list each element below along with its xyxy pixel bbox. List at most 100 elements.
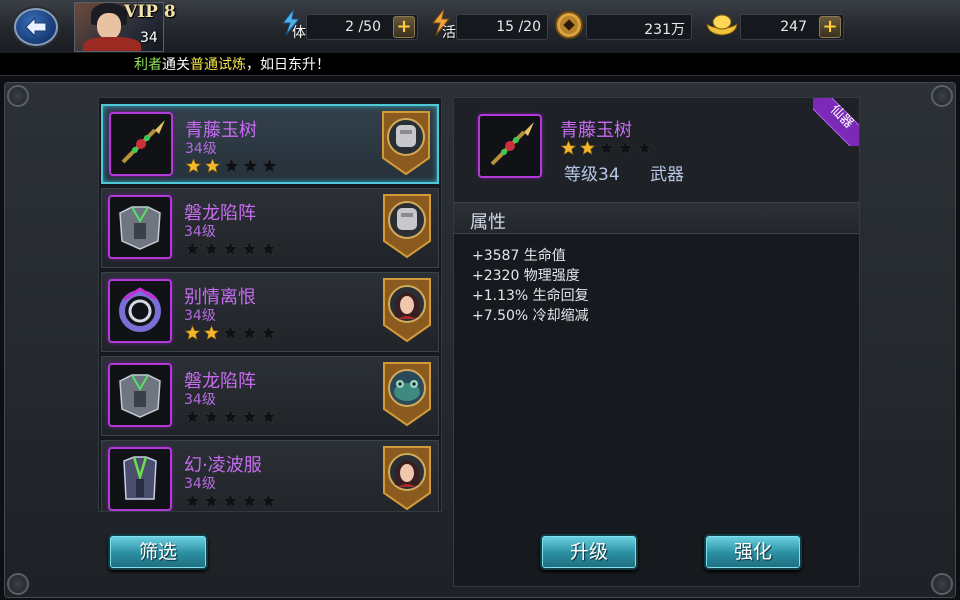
arrow-left-icon [25,16,47,38]
list-item[interactable]: 磐龙陷阵 34级 [101,356,439,436]
coins-value: 231万 [644,22,685,38]
back-button[interactable] [14,8,58,46]
item-thumbnail [108,447,172,511]
item-thumbnail [108,195,172,259]
star-empty-icon [222,409,239,425]
attributes-list: +3587 生命值 +2320 物理强度 +1.13% 生命回复 +7.50% … [472,246,589,326]
spear-icon [490,122,534,166]
announcement-marquee: 利者通关普通试炼，如日东升！ [0,54,960,76]
star-rating [184,493,279,509]
list-item[interactable]: 别情离恨 34级 [101,272,439,352]
attributes-title: 属性 [470,212,506,233]
star-filled-icon [560,140,577,156]
attribute-line: +7.50% 冷却缩减 [472,308,589,324]
list-item[interactable]: 磐龙陷阵 34级 [101,188,439,268]
attribute-line: +2320 物理强度 [472,268,580,284]
list-item[interactable]: 青藤玉树 34级 [101,104,439,184]
armor-owner-badge-icon [382,111,430,176]
item-thumbnail [109,112,173,176]
coin-icon [555,11,583,39]
detail-header: 青藤玉树 等级34 武器 仙器 [454,98,859,202]
marquee-text-player: 利者 [134,57,162,73]
upgrade-button[interactable]: 升级 [540,534,638,570]
item-level: 34级 [184,308,216,324]
lady-owner-badge-icon [383,278,431,343]
energy-value: 15 /20 [496,19,541,35]
stamina-counter: 2 /50 + [306,14,418,40]
star-empty-icon [260,325,277,341]
ingots-counter: 247 + [740,14,844,40]
vip-label: VIP 8 [124,2,176,22]
detail-thumbnail [478,114,542,178]
filter-button[interactable]: 筛选 [108,534,208,570]
star-empty-icon [203,241,220,257]
add-ingots-button[interactable]: + [819,16,841,38]
item-thumbnail [108,363,172,427]
enhance-button[interactable]: 强化 [704,534,802,570]
armor-owner-badge-icon [383,194,431,259]
star-filled-icon [579,140,596,156]
list-item[interactable]: 幻·凌波服 34级 [101,440,439,511]
star-empty-icon [242,158,259,174]
armor-icon [119,374,161,418]
star-empty-icon [222,493,239,509]
lady-owner-badge-icon [383,446,431,511]
stamina-label: 体 [292,25,306,41]
equipment-list[interactable]: 青藤玉树 34级 磐龙陷阵 34级 别情离恨 34级 磐龙陷阵 34级 幻·凌波… [98,97,442,512]
detail-star-rating [560,140,655,160]
detail-item-level: 等级34 [564,165,620,185]
marquee-text-action: 通关 [162,57,190,73]
item-level: 34级 [184,224,216,240]
item-detail-panel: 青藤玉树 等级34 武器 仙器 属性 +3587 生命值 +2320 物理强度 … [453,97,860,587]
item-level: 34级 [184,476,216,492]
star-filled-icon [184,325,201,341]
add-stamina-button[interactable]: + [393,16,415,38]
star-empty-icon [260,241,277,257]
star-filled-icon [203,325,220,341]
star-empty-icon [184,409,201,425]
robe-icon [123,456,157,500]
gold-ingot-icon [706,14,738,36]
energy-label: 活 [442,25,456,41]
ingots-value: 247 [780,19,807,35]
star-empty-icon [260,409,277,425]
energy-counter: 15 /20 [456,14,548,40]
star-rating [184,241,279,257]
rarity-ribbon: 仙器 [813,98,859,146]
star-empty-icon [636,140,653,156]
detail-item-name: 青藤玉树 [560,120,632,141]
item-level: 34级 [184,392,216,408]
star-empty-icon [598,140,615,156]
star-empty-icon [222,325,239,341]
coins-counter: 231万 [586,14,692,40]
star-rating [185,158,280,174]
item-level: 34级 [185,141,217,157]
star-empty-icon [241,493,258,509]
marquee-text-tail: ，如日东升！ [246,57,330,73]
armor-icon [119,206,161,250]
attribute-line: +1.13% 生命回复 [472,288,589,304]
star-empty-icon [241,241,258,257]
star-rating [184,325,279,341]
star-empty-icon [184,241,201,257]
star-empty-icon [203,409,220,425]
star-empty-icon [260,493,277,509]
star-rating [184,409,279,425]
star-empty-icon [223,158,240,174]
star-empty-icon [617,140,634,156]
attributes-header: 属性 [454,202,859,234]
detail-item-type: 武器 [650,165,684,185]
star-filled-icon [204,158,221,174]
player-level: 34 [140,30,158,46]
star-empty-icon [184,493,201,509]
star-empty-icon [203,493,220,509]
ring-weapon-icon [119,287,161,332]
item-thumbnail [108,279,172,343]
star-empty-icon [261,158,278,174]
top-bar: VIP 8 34 体 2 /50 + 活 15 /20 231万 247 + [0,0,960,54]
spear-icon [121,120,165,164]
star-filled-icon [185,158,202,174]
star-empty-icon [241,409,258,425]
star-empty-icon [241,325,258,341]
star-empty-icon [222,241,239,257]
